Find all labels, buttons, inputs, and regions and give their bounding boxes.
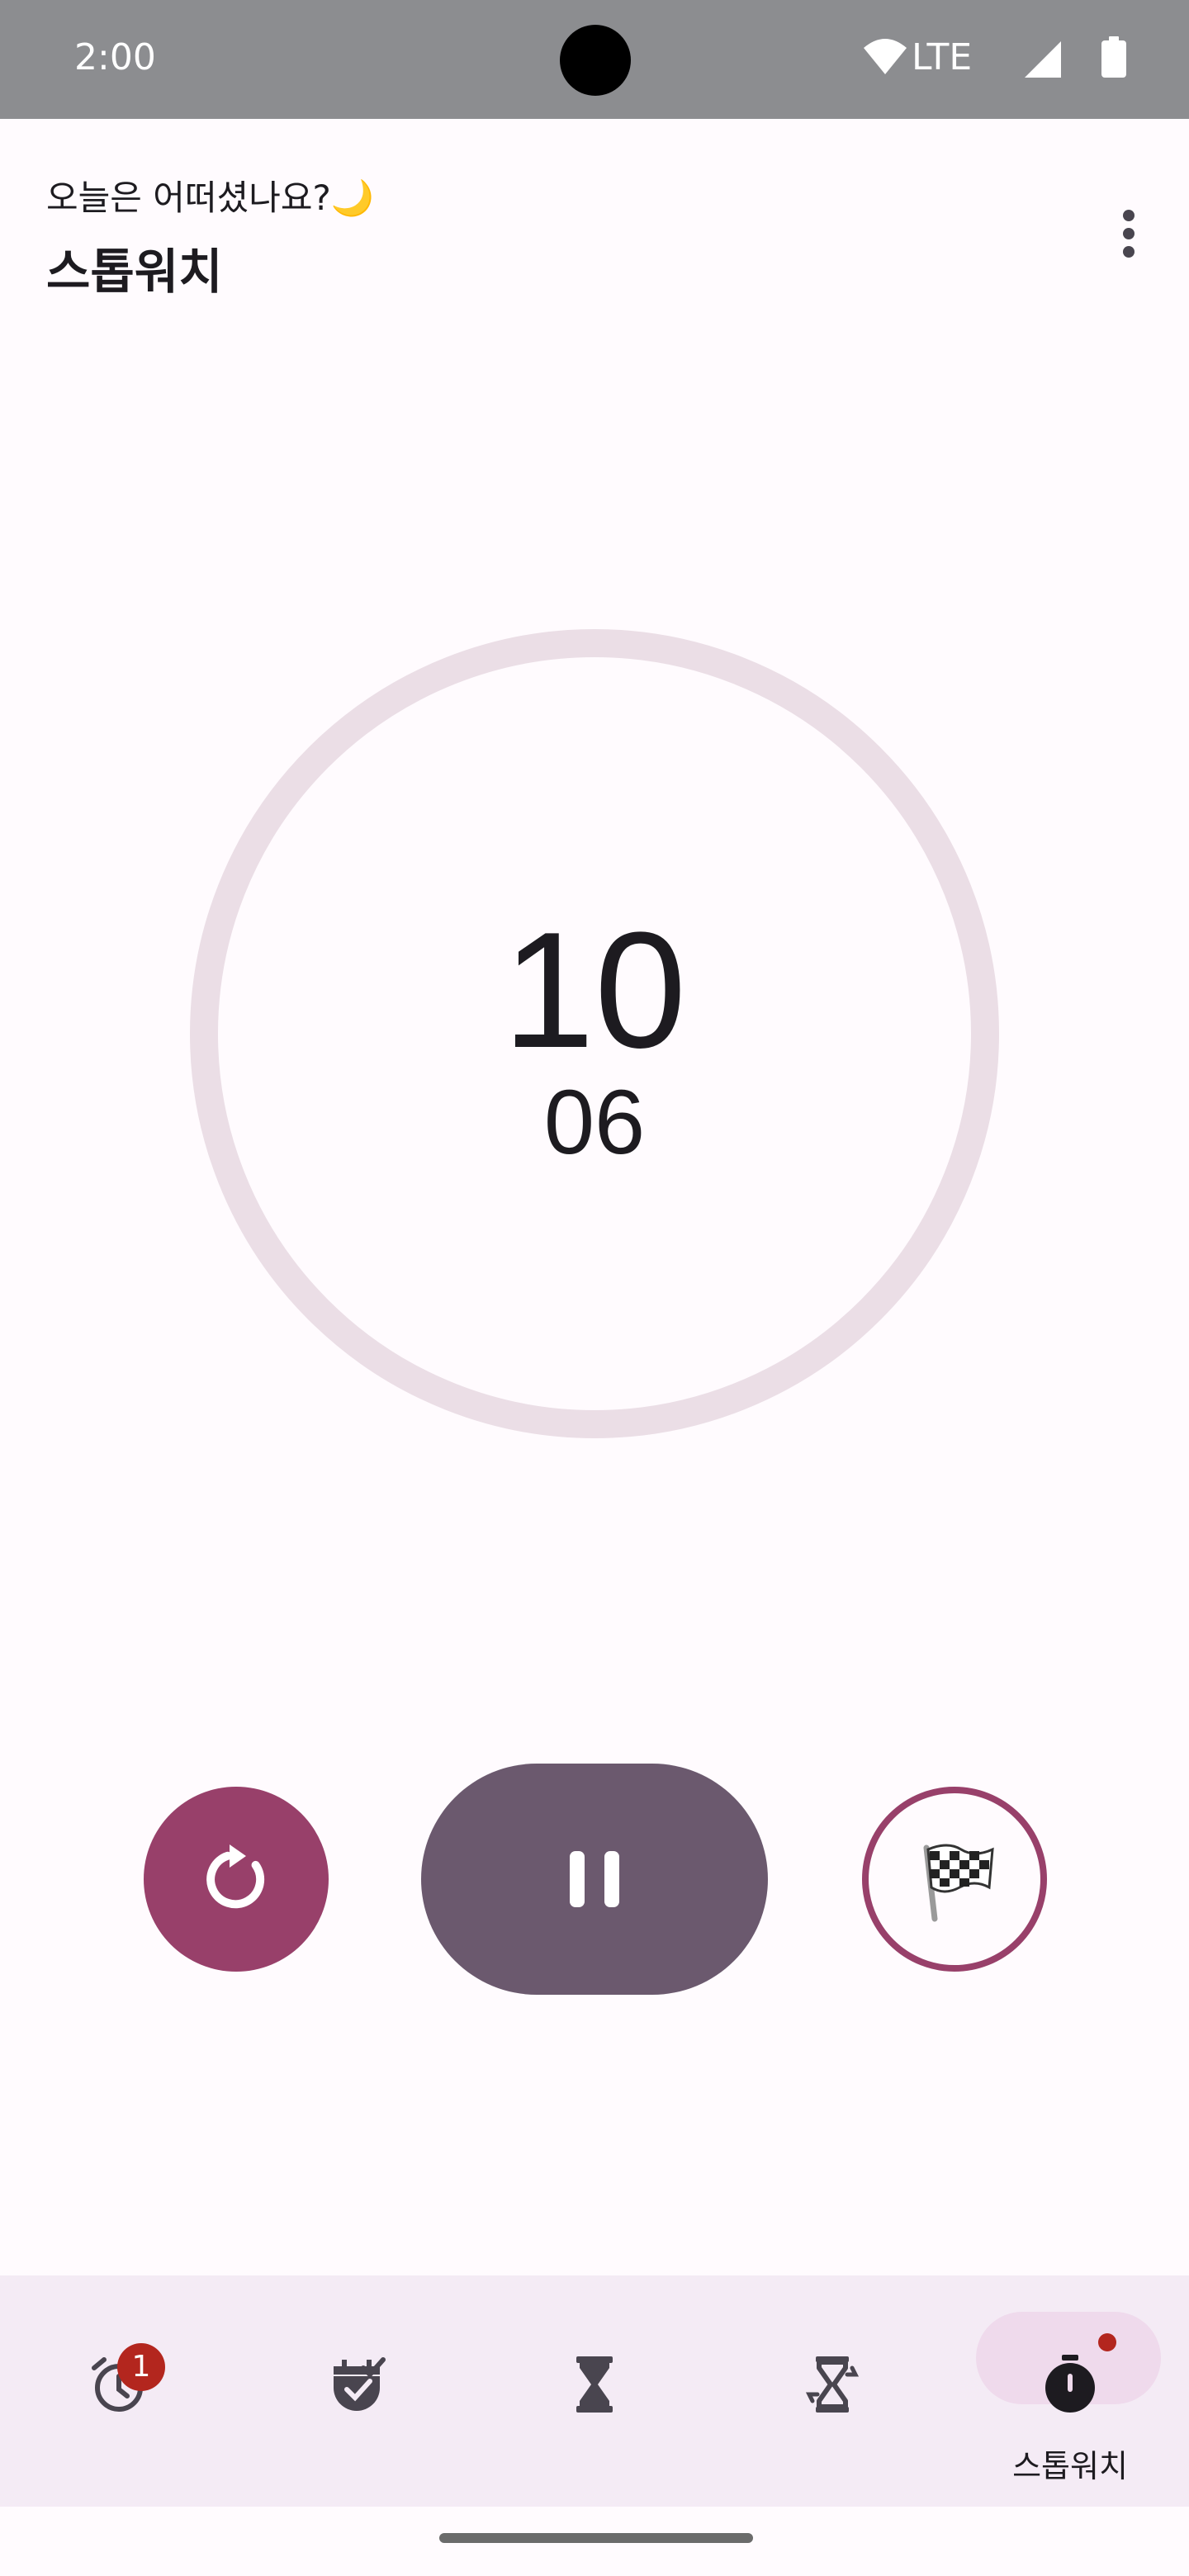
nav-item-stopwatch[interactable]: 스톱워치 <box>951 2275 1189 2507</box>
nav-item-interval[interactable] <box>713 2275 951 2507</box>
bottom-navigation: 1 스톱워치 <box>0 2275 1189 2507</box>
refresh-icon <box>206 1844 265 1909</box>
pause-icon <box>570 1851 619 1907</box>
status-bar: 2:00 LTE <box>0 0 1189 119</box>
home-indicator[interactable] <box>439 2533 753 2543</box>
calendar-check-icon <box>334 2357 386 2411</box>
nav-item-alarm[interactable]: 1 <box>0 2275 238 2507</box>
checkered-flag-icon <box>923 1844 994 1922</box>
page-title: 스톱워치 <box>46 244 223 300</box>
elapsed-hundredths: 06 <box>543 1072 646 1173</box>
alarm-count-badge: 1 <box>117 2343 165 2391</box>
nav-item-routine[interactable] <box>238 2275 476 2507</box>
nav-item-timer[interactable] <box>476 2275 713 2507</box>
hourglass-icon <box>576 2356 613 2413</box>
pause-button[interactable] <box>421 1764 768 1995</box>
network-type: LTE <box>912 36 973 78</box>
more-options-button[interactable] <box>1098 198 1158 268</box>
reset-button[interactable] <box>144 1787 329 1972</box>
signal-icon <box>1025 41 1061 78</box>
hourglass-repeat-icon <box>805 2356 860 2413</box>
battery-icon <box>1101 36 1126 78</box>
status-time: 2:00 <box>74 36 156 78</box>
active-dot-badge <box>1098 2333 1116 2351</box>
elapsed-seconds: 10 <box>502 898 687 1082</box>
lap-button[interactable] <box>862 1787 1047 1972</box>
greeting-text: 오늘은 어떠셨나요?🌙 <box>46 178 375 218</box>
camera-cutout <box>560 25 631 96</box>
more-vert-dot <box>1123 246 1135 258</box>
more-vert-icon <box>1123 210 1135 221</box>
more-vert-dot <box>1123 228 1135 239</box>
stopwatch-icon <box>1045 2355 1095 2413</box>
nav-label-stopwatch: 스톱워치 <box>1012 2448 1128 2484</box>
wifi-icon <box>864 39 907 74</box>
